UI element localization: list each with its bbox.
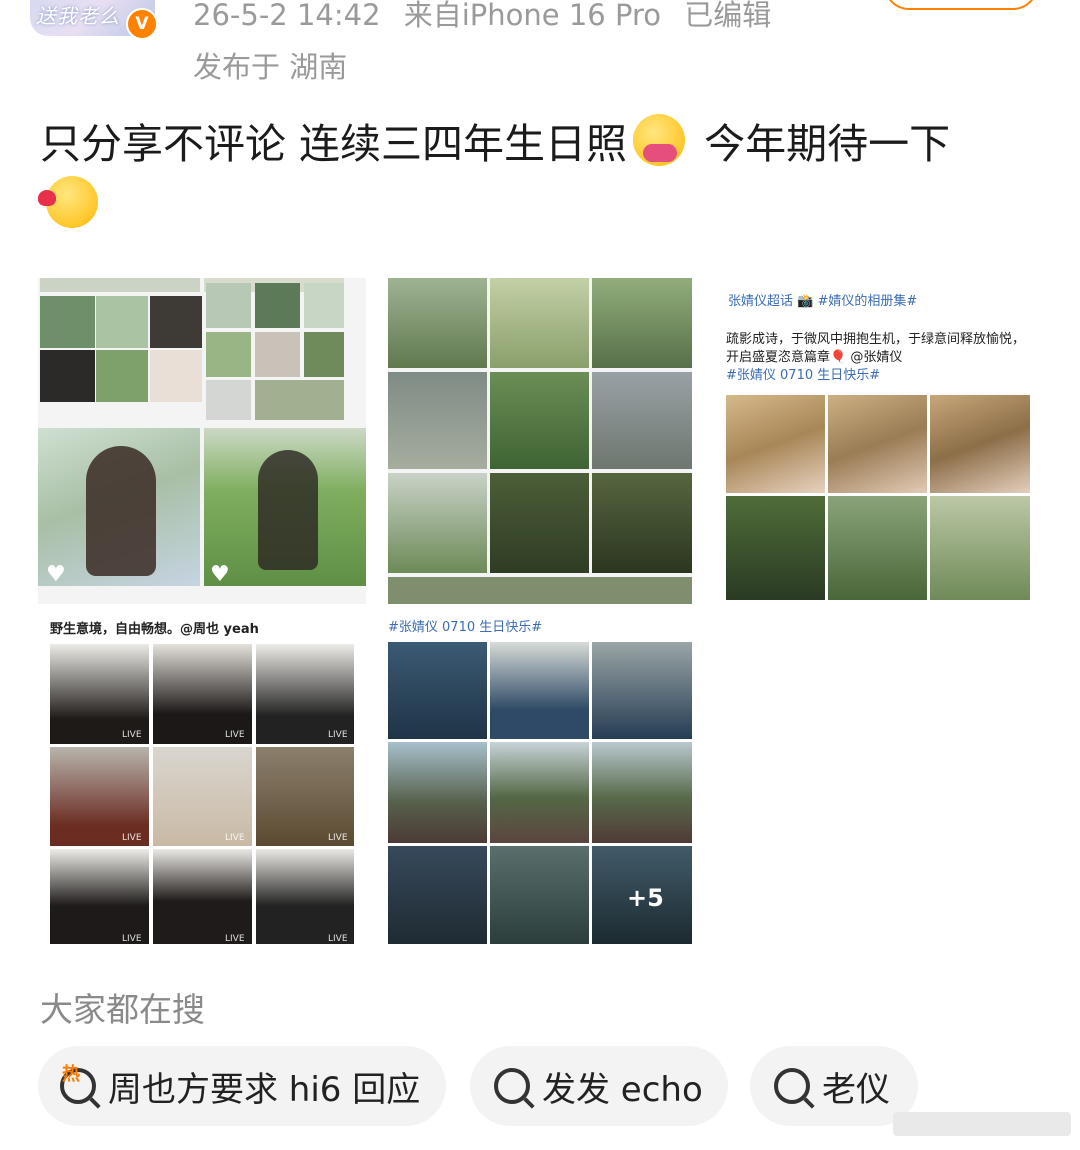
live-badge: LIVE [122, 730, 142, 740]
live-badge: LIVE [328, 833, 348, 843]
collage-caption: 张婧仪超话 📸 #婧仪的相册集# [728, 294, 918, 309]
post-text-part2: 今年期待一下 [704, 120, 951, 168]
search-chip-1[interactable]: 热 周也方要求 hi6 回应 [38, 1046, 446, 1126]
collage-caption: #张婧仪 0710 生日快乐# [388, 620, 543, 635]
follow-button[interactable] [884, 0, 1038, 10]
post-source: 来自iPhone 16 Pro [403, 0, 661, 32]
live-badge: LIVE [328, 934, 348, 944]
collage-caption: #张婧仪 0710 生日快乐# [726, 368, 881, 383]
collage-caption: 野生意境，自由畅想。@周也 yeah [50, 622, 259, 637]
avatar-logo: 送我老么 [36, 4, 120, 28]
verified-badge-icon: V [126, 8, 158, 40]
post-image-3[interactable]: 张婧仪超话 📸 #婧仪的相册集# 疏影成诗，于微风中拥抱生机，于绿意间释放愉悦，… [722, 278, 1034, 604]
edited-label: 已编辑 [684, 0, 772, 32]
hugging-face-emoji-icon [633, 114, 686, 166]
watermark [893, 1112, 1071, 1136]
live-badge: LIVE [328, 730, 348, 740]
search-chip-2[interactable]: 发发 echo [470, 1046, 728, 1126]
more-images-count: +5 [627, 884, 664, 912]
search-chip-label: 老仪 [822, 1069, 890, 1110]
search-chip-label: 发发 echo [542, 1069, 703, 1110]
post-text-part1: 只分享不评论 连续三四年生日照 [40, 120, 628, 168]
like-heart-icon[interactable]: ♥ [46, 562, 66, 587]
post-meta: 26-5-2 14:42 来自iPhone 16 Pro 已编辑 [193, 0, 785, 34]
post-image-5[interactable]: #张婧仪 0710 生日快乐# +5 [388, 606, 692, 944]
hot-tag-icon: 热 [62, 1064, 80, 1085]
live-badge: LIVE [225, 934, 245, 944]
post-image-2[interactable] [388, 278, 692, 604]
post-text: 只分享不评论 连续三四年生日照 今年期待一下 [38, 113, 1025, 237]
like-heart-icon[interactable]: ♥ [210, 562, 230, 587]
search-icon [494, 1068, 530, 1104]
live-badge: LIVE [122, 833, 142, 843]
post-image-4[interactable]: 野生意境，自由畅想。@周也 yeah LIVE LIVE LIVE LIVE L… [40, 606, 366, 944]
search-icon [774, 1068, 810, 1104]
kissing-heart-emoji-icon [38, 176, 98, 228]
live-badge: LIVE [225, 833, 245, 843]
live-badge: LIVE [122, 934, 142, 944]
post-time: 26-5-2 14:42 [193, 0, 381, 32]
search-chip-label: 周也方要求 hi6 回应 [108, 1069, 421, 1110]
search-section-title: 大家都在搜 [40, 990, 205, 1029]
collage-caption: 疏影成诗，于微风中拥抱生机，于绿意间释放愉悦， [726, 332, 1026, 347]
search-icon: 热 [60, 1064, 96, 1104]
post-image-1[interactable]: ♥ ♥ [38, 278, 366, 604]
post-location: 发布于 湖南 [193, 50, 348, 84]
collage-caption: 开启盛夏恣意篇章🎈 @张婧仪 [726, 350, 903, 365]
live-badge: LIVE [225, 730, 245, 740]
